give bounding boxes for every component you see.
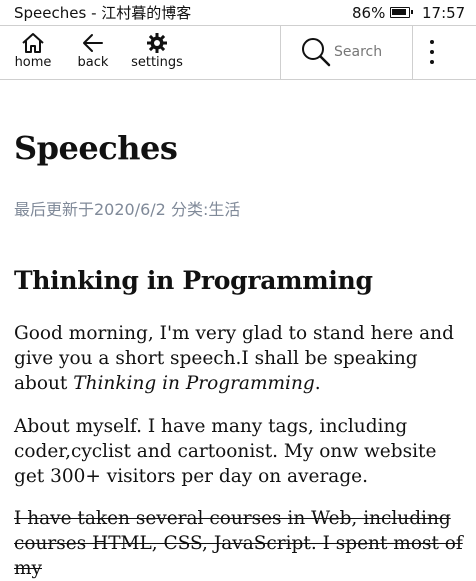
gear-icon [147,33,167,53]
more-vertical-icon [430,40,434,44]
article-meta: 最后更新于2020/6/2 分类:生活 [14,200,241,219]
back-label: back [77,55,109,70]
back-arrow-icon [83,34,103,52]
more-menu-button[interactable] [413,26,476,79]
search-icon [302,38,331,67]
battery-icon [390,7,413,18]
page-title: Speeches [14,129,178,167]
toolbar: home back settings Search [0,26,476,80]
paragraph-intro: Good morning, I'm very glad to stand her… [14,323,454,394]
window-title: Speeches - 江村暮的博客 [14,4,192,22]
home-icon [22,33,44,53]
paragraph-courses: I have taken several courses in Web, inc… [14,508,463,579]
settings-label: settings [131,55,183,70]
back-button[interactable]: back [68,26,118,79]
search-field[interactable]: Search [281,26,411,79]
battery-percent: 86% [352,4,386,22]
search-placeholder: Search [334,44,383,60]
home-button[interactable]: home [6,26,60,79]
settings-button[interactable]: settings [126,26,188,79]
status-bar: Speeches - 江村暮的博客 86% 17:57 [0,0,476,26]
home-label: home [14,55,52,70]
paragraph-about: About myself. I have many tags, includin… [14,416,437,487]
italic-title: Thinking in Programming [73,373,315,394]
clock: 17:57 [422,4,466,22]
section-heading: Thinking in Programming [14,266,373,295]
